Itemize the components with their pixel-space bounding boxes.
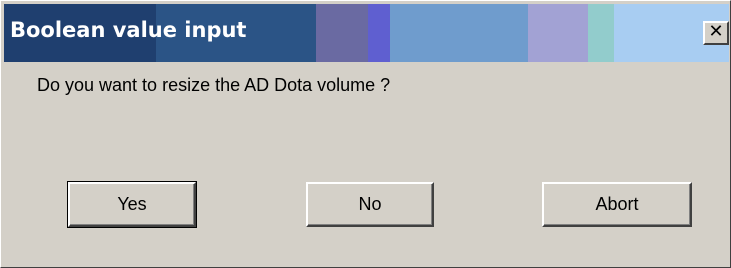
- close-icon: ✕: [708, 21, 724, 42]
- no-button[interactable]: No: [306, 182, 434, 227]
- title-bar-segment: [588, 4, 614, 62]
- dialog-message: Do you want to resize the AD Dota volume…: [37, 75, 391, 95]
- title-bar-segment: [528, 4, 588, 62]
- dialog-window: Boolean value input ✕ Do you want to res…: [0, 0, 731, 268]
- title-bar-segment: [368, 4, 390, 62]
- abort-button[interactable]: Abort: [542, 182, 692, 227]
- title-bar-segment: [390, 4, 528, 62]
- title-bar[interactable]: Boolean value input ✕: [4, 4, 729, 62]
- close-button[interactable]: ✕: [703, 21, 729, 45]
- dialog-title: Boolean value input: [10, 18, 247, 42]
- yes-button[interactable]: Yes: [67, 181, 197, 228]
- title-bar-segment: [316, 4, 368, 62]
